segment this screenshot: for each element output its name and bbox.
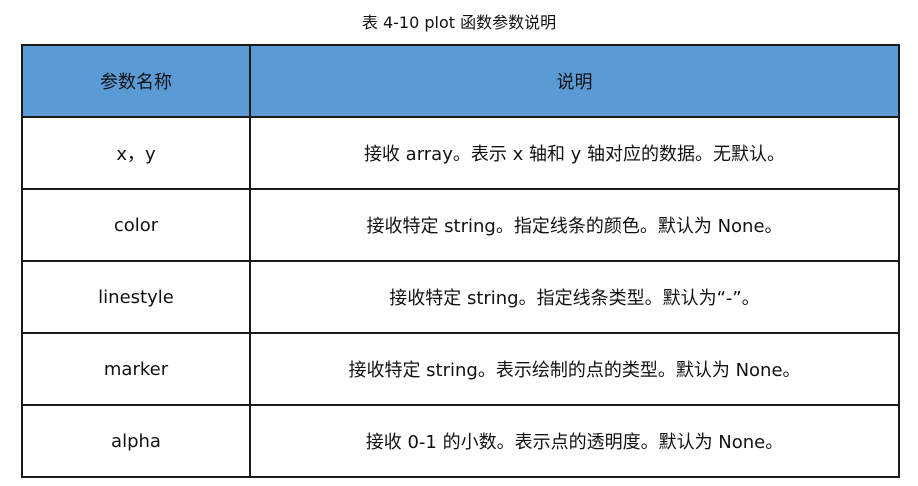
param-name-cell: marker — [21, 332, 251, 406]
table-row: alpha 接收 0-1 的小数。表示点的透明度。默认为 None。 — [21, 404, 900, 478]
table-row: x，y 接收 array。表示 x 轴和 y 轴对应的数据。无默认。 — [21, 116, 900, 190]
header-param-name: 参数名称 — [21, 44, 251, 118]
header-description: 说明 — [249, 44, 900, 118]
table-row: marker 接收特定 string。表示绘制的点的类型。默认为 None。 — [21, 332, 900, 406]
param-description-cell: 接收特定 string。指定线条的颜色。默认为 None。 — [249, 188, 900, 262]
table-row: color 接收特定 string。指定线条的颜色。默认为 None。 — [21, 188, 900, 262]
param-description-cell: 接收 0-1 的小数。表示点的透明度。默认为 None。 — [249, 404, 900, 478]
table-row: linestyle 接收特定 string。指定线条类型。默认为“-”。 — [21, 260, 900, 334]
param-name-cell: x，y — [21, 116, 251, 190]
param-name-cell: alpha — [21, 404, 251, 478]
plot-params-table: 参数名称 说明 x，y 接收 array。表示 x 轴和 y 轴对应的数据。无默… — [21, 44, 900, 478]
table-caption: 表 4-10 plot 函数参数说明 — [361, 13, 557, 32]
param-name-cell: linestyle — [21, 260, 251, 334]
table-header-row: 参数名称 说明 — [21, 44, 900, 118]
param-name-cell: color — [21, 188, 251, 262]
param-description-cell: 接收特定 string。指定线条类型。默认为“-”。 — [249, 260, 900, 334]
param-description-cell: 接收 array。表示 x 轴和 y 轴对应的数据。无默认。 — [249, 116, 900, 190]
param-description-cell: 接收特定 string。表示绘制的点的类型。默认为 None。 — [249, 332, 900, 406]
